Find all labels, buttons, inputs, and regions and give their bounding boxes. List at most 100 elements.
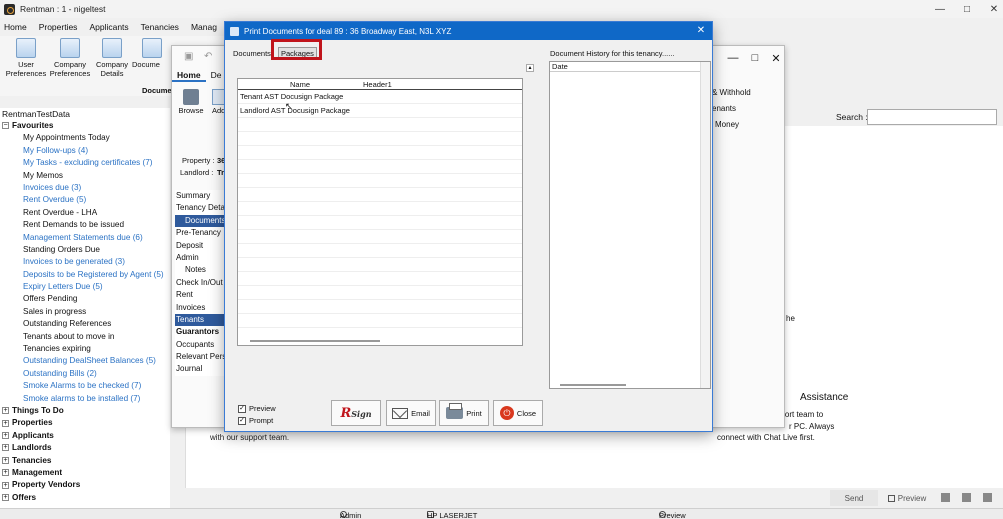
menu-management[interactable]: Manag [187, 20, 225, 36]
tenancy-nav-item[interactable]: Journal [175, 363, 227, 375]
preview-toggle[interactable]: Preview [882, 490, 932, 506]
tenancy-nav-item[interactable]: Relevant Perso [175, 351, 231, 363]
tree-item[interactable]: Deposits to be Registered by Agent (5) [0, 269, 170, 281]
tree-item[interactable]: Sales in progress [0, 306, 170, 318]
list-horizontal-scrollbar[interactable] [250, 340, 380, 342]
tenancy-nav-item[interactable]: Occupants [175, 339, 227, 351]
tree-item[interactable]: Invoices due (3) [0, 182, 170, 194]
tree-item[interactable]: Smoke Alarms to be checked (7) [0, 380, 170, 392]
tree-group[interactable]: + Management [0, 467, 170, 479]
tree-item[interactable]: Tenancies expiring [0, 343, 170, 355]
tree-group[interactable]: + Properties [0, 417, 170, 429]
rsign-button[interactable]: RSign [331, 400, 381, 426]
collapse-icon[interactable]: − [2, 122, 9, 130]
user-preferences-button[interactable]: User Preferences [2, 38, 50, 78]
expand-icon[interactable]: + [2, 469, 9, 477]
expand-icon[interactable]: + [2, 481, 9, 489]
tree-item[interactable]: Invoices to be generated (3) [0, 256, 170, 268]
tree-item[interactable]: My Memos [0, 170, 170, 182]
history-vertical-scrollbar[interactable] [700, 62, 710, 388]
tree-group[interactable]: + Offers [0, 492, 170, 504]
tab-documents[interactable]: Documents [231, 48, 273, 59]
tree-item[interactable]: Outstanding References [0, 318, 170, 330]
checkbox-checked-icon[interactable]: ✓ [238, 416, 246, 425]
tenancy-nav-item[interactable]: Notes [175, 264, 227, 276]
company-details-button[interactable]: Company Details [88, 38, 136, 78]
send-button[interactable]: Send [830, 490, 878, 506]
tree-group[interactable]: + Applicants [0, 430, 170, 442]
tenancy-nav-item[interactable]: Invoices [175, 302, 227, 314]
history-horizontal-scrollbar[interactable] [560, 384, 626, 386]
tenancy-nav-item[interactable]: Tenancy Detai [175, 202, 227, 214]
tree-item[interactable]: Offers Pending [0, 293, 170, 305]
column-header1[interactable]: Header1 [363, 80, 392, 89]
print-button[interactable]: Print [439, 400, 489, 426]
expand-icon[interactable]: + [2, 432, 9, 440]
menu-applicants[interactable]: Applicants [85, 20, 136, 36]
save-icon[interactable]: ▣ [184, 51, 193, 62]
expand-icon[interactable]: + [2, 419, 9, 427]
prompt-checkbox[interactable]: ✓ Prompt [238, 416, 273, 425]
tree-item[interactable]: Outstanding Bills (2) [0, 368, 170, 380]
tree-item[interactable]: Expiry Letters Due (5) [0, 281, 170, 293]
tenancy-nav-item[interactable]: Guarantors [175, 326, 227, 338]
tenancy-nav-item[interactable]: Documents [175, 214, 227, 228]
withhold-item[interactable]: & Withhold [712, 88, 751, 97]
tenancy-nav-item[interactable]: Pre-Tenancy [175, 227, 227, 239]
win2-maximize-icon[interactable]: □ [747, 52, 763, 64]
tenancy-nav-item[interactable]: Admin [175, 252, 227, 264]
toolbar-icon-1[interactable] [941, 493, 950, 502]
tenancy-nav-item[interactable]: Summary [175, 190, 227, 202]
win2-close-icon[interactable]: ✕ [768, 52, 784, 65]
tree-item[interactable]: Tenants about to move in [0, 331, 170, 343]
toolbar-icon-2[interactable] [962, 493, 971, 502]
expand-icon[interactable]: + [2, 494, 9, 502]
expand-icon[interactable]: + [2, 407, 9, 415]
expand-icon[interactable]: + [2, 444, 9, 452]
tree-item[interactable]: Standing Orders Due [0, 244, 170, 256]
list-item[interactable]: Tenant AST Docusign Package [238, 90, 522, 104]
tree-item[interactable]: Rent Overdue (5) [0, 194, 170, 206]
money-item[interactable]: Money [715, 120, 739, 129]
checkbox-checked-icon[interactable]: ✓ [238, 404, 246, 413]
documents-button[interactable]: Docume [132, 38, 172, 69]
tree-item[interactable]: My Tasks - excluding certificates (7) [0, 157, 170, 169]
tenancy-nav-item[interactable]: Deposit [175, 240, 227, 252]
tree-group[interactable]: + Property Vendors [0, 479, 170, 491]
tree-item[interactable]: Smoke alarms to be installed (7) [0, 393, 170, 405]
menu-home[interactable]: Home [0, 20, 35, 36]
tenancy-nav-item[interactable]: Tenants [175, 313, 227, 327]
win2-minimize-icon[interactable]: — [725, 52, 741, 64]
email-button[interactable]: Email [386, 400, 436, 426]
tree-group[interactable]: + Things To Do [0, 405, 170, 417]
tree-group[interactable]: + Landlords [0, 442, 170, 454]
tree-item[interactable]: Rent Demands to be issued [0, 219, 170, 231]
expand-icon[interactable]: + [2, 456, 9, 464]
tree-item[interactable]: My Appointments Today [0, 132, 170, 144]
tree-item[interactable]: Rent Overdue - LHA [0, 207, 170, 219]
tree-group-favourites[interactable]: − Favourites [0, 120, 170, 132]
maximize-icon[interactable]: □ [952, 0, 982, 18]
packages-list[interactable]: Name Header1 Tenant AST Docusign Package… [237, 78, 523, 346]
list-scroll-arrow-icon[interactable]: ▴ [526, 64, 534, 72]
tenancy-nav-item[interactable]: Rent [175, 289, 227, 301]
column-name[interactable]: Name [290, 80, 310, 89]
toolbar-icon-3[interactable] [983, 493, 992, 502]
tenancy-nav-item[interactable]: Check In/Out [175, 277, 227, 289]
minimize-icon[interactable]: — [925, 0, 955, 18]
list-item[interactable]: Landlord AST Docusign Package [238, 104, 522, 118]
close-icon[interactable]: ✕ [979, 0, 1003, 18]
close-button[interactable]: ⏻ Close [493, 400, 543, 426]
tree-item[interactable]: Outstanding DealSheet Balances (5) [0, 355, 170, 367]
browse-button[interactable]: Browse [178, 89, 204, 115]
search-input[interactable] [867, 109, 997, 125]
preview-checkbox[interactable]: ✓ Preview [238, 404, 276, 413]
tab-home[interactable]: Home [172, 68, 206, 82]
menu-tenancies[interactable]: Tenancies [137, 20, 187, 36]
menu-properties[interactable]: Properties [35, 20, 86, 36]
history-column-date[interactable]: Date [550, 62, 710, 72]
tree-group[interactable]: + Tenancies [0, 455, 170, 467]
company-preferences-button[interactable]: Company Preferences [46, 38, 94, 78]
document-history-list[interactable]: Date [549, 61, 711, 389]
undo-icon[interactable]: ↶ [204, 51, 212, 62]
